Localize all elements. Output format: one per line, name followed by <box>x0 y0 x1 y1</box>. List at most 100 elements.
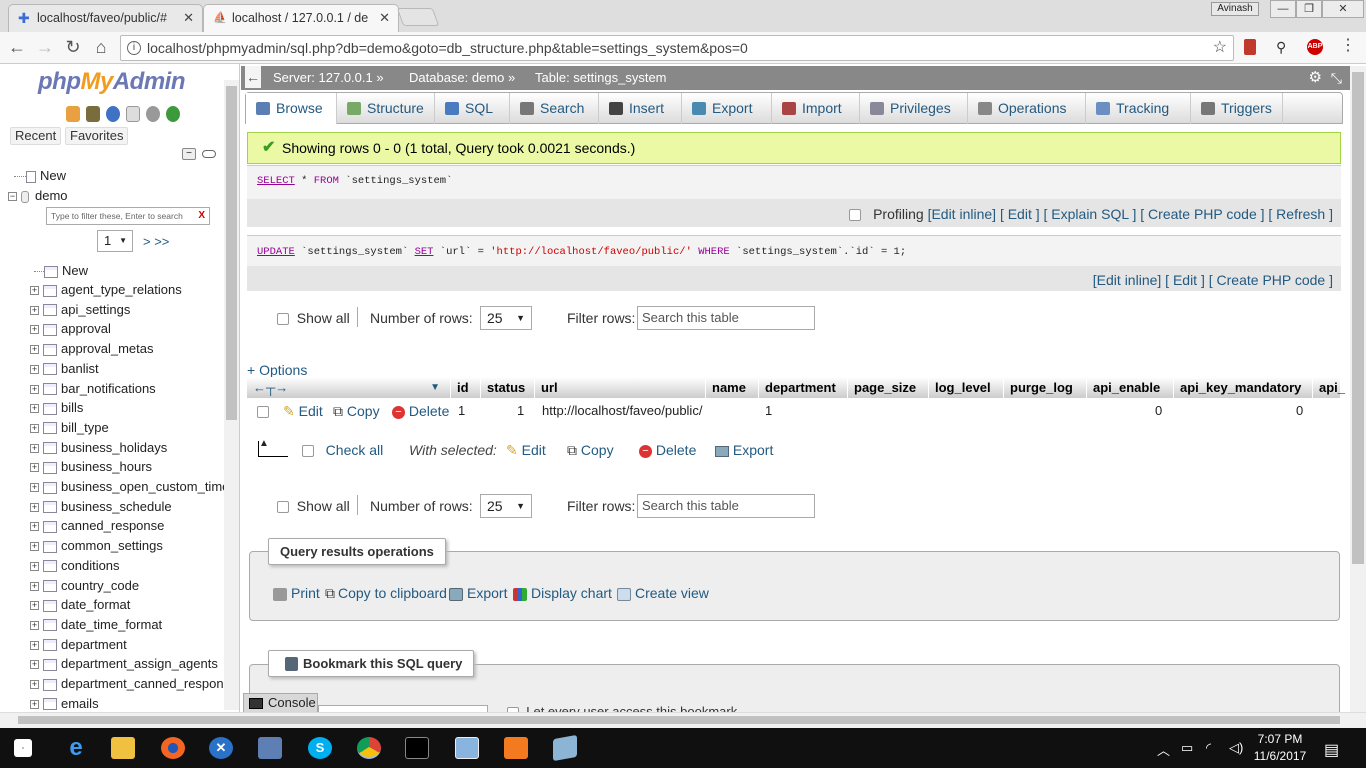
column-header-status[interactable]: status <box>481 377 535 398</box>
address-bar[interactable]: i localhost/phpmyadmin/sql.php?db=demo&g… <box>120 35 1234 61</box>
edit-inline-link[interactable]: [Edit inline] <box>1093 272 1161 288</box>
sidebar-table-item[interactable]: + business_open_custom_time <box>30 477 230 496</box>
phpmyadmin-logo[interactable]: phpMyAdmin <box>38 68 186 96</box>
sidebar-table-item[interactable]: + department_assign_agents <box>30 654 230 673</box>
profiling-checkbox[interactable] <box>849 209 862 222</box>
options-link[interactable]: + Options <box>247 362 307 378</box>
docs-icon[interactable] <box>126 106 140 122</box>
expand-icon[interactable]: + <box>30 542 39 552</box>
sidebar-table-item[interactable]: + banlist <box>30 359 230 378</box>
horizontal-scrollbar-thumb[interactable] <box>18 716 1340 724</box>
expand-icon[interactable]: + <box>30 423 39 433</box>
expand-icon[interactable]: + <box>30 620 39 630</box>
bookmark-share-option[interactable]: Let every user access this bookmark <box>507 704 737 712</box>
filter-rows-input[interactable]: Search this table <box>637 306 815 330</box>
filter-rows-input[interactable]: Search this table <box>637 494 815 518</box>
sidebar-table-item[interactable]: + date_time_format <box>30 615 230 634</box>
clear-filter-button[interactable]: X <box>198 208 205 224</box>
tab-search[interactable]: Search <box>510 93 599 124</box>
bulk-copy-button[interactable]: ⧉ Copy <box>567 437 614 463</box>
wifi-icon[interactable]: ◜ <box>1206 740 1211 756</box>
bookmark-extension-icon[interactable] <box>1244 39 1256 55</box>
column-header-api_enable[interactable]: api_enable <box>1087 377 1174 398</box>
expand-icon[interactable]: + <box>30 640 39 650</box>
sidebar-table-item[interactable]: + conditions <box>30 556 230 575</box>
reload-icon[interactable]: ↻ <box>62 37 84 57</box>
windows-start-icon[interactable] <box>14 739 32 757</box>
console-tab[interactable]: Console <box>243 693 318 712</box>
cell-api_key_mandatory[interactable]: 0 <box>1296 399 1303 423</box>
chrome-icon[interactable] <box>357 737 381 759</box>
column-header-department[interactable]: department <box>759 377 848 398</box>
help-icon[interactable] <box>106 106 120 122</box>
xampp-control-icon[interactable]: ✕ <box>209 737 233 759</box>
export-link[interactable]: Export <box>449 584 507 602</box>
forward-icon[interactable]: → <box>34 37 56 57</box>
settings-icon[interactable]: ⚙ <box>1309 66 1322 90</box>
expand-icon[interactable]: + <box>30 522 39 532</box>
expand-icon[interactable]: + <box>30 463 39 473</box>
adblock-icon[interactable]: ABP <box>1307 39 1323 55</box>
file-explorer-icon[interactable] <box>111 737 135 759</box>
cell-api_enable[interactable]: 0 <box>1155 399 1162 423</box>
sidebar-table-item[interactable]: + department_canned_response <box>30 674 230 693</box>
number-of-rows-select[interactable]: 25 ▼ <box>480 494 532 518</box>
page-scrollbar-thumb[interactable] <box>1352 72 1364 564</box>
image-viewer-icon[interactable] <box>455 737 479 759</box>
tab-privileges[interactable]: Privileges <box>860 93 968 124</box>
print-link[interactable]: Print <box>273 584 320 602</box>
sql-select-query[interactable]: SELECT * FROM `settings_system` <box>257 175 452 187</box>
edit-link[interactable]: [ Edit ] <box>1165 272 1205 288</box>
sidebar-table-item[interactable]: + bills <box>30 398 230 417</box>
battery-icon[interactable]: ▭ <box>1181 740 1193 756</box>
show-all-checkbox[interactable] <box>277 313 289 326</box>
cell-url[interactable]: http://localhost/faveo/public/ <box>542 399 702 423</box>
expand-icon[interactable]: + <box>30 345 39 355</box>
sidebar-table-item[interactable]: + api_settings <box>30 300 230 319</box>
minimize-button[interactable]: — <box>1270 0 1296 18</box>
copy-to-clipboard-link[interactable]: ⧉ Copy to clipboard <box>325 584 447 602</box>
terminal-icon[interactable] <box>405 737 429 759</box>
create-php-link[interactable]: [ Create PHP code ] <box>1209 272 1333 288</box>
sidebar-table-item[interactable]: + canned_response <box>30 516 230 535</box>
cell-department[interactable]: 1 <box>765 399 772 423</box>
expand-icon[interactable]: + <box>30 699 39 709</box>
sidebar-table-item[interactable]: + approval <box>30 319 230 338</box>
refresh-link[interactable]: [ Refresh ] <box>1268 206 1333 222</box>
bulk-export-button[interactable]: Export <box>715 437 773 463</box>
cell-id[interactable]: 1 <box>458 399 465 423</box>
tree-new-database[interactable]: New <box>14 166 214 185</box>
table-filter-input[interactable]: Type to filter these, Enter to search X <box>46 207 210 225</box>
recent-tab[interactable]: Recent <box>10 127 62 145</box>
sidebar-table-item[interactable]: + approval_metas <box>30 339 230 358</box>
column-header-api_key_mandatory[interactable]: api_key_mandatory <box>1174 377 1313 398</box>
tab-insert[interactable]: Insert <box>599 93 682 124</box>
network-app-icon[interactable] <box>258 737 282 759</box>
bookmark-label-input[interactable] <box>318 705 488 712</box>
profile-button[interactable]: Avinash <box>1211 2 1259 16</box>
tab-browse[interactable]: Browse <box>246 93 337 124</box>
column-header-page_size[interactable]: page_size <box>848 377 929 398</box>
expand-icon[interactable]: + <box>30 384 39 394</box>
expand-icon[interactable]: + <box>30 443 39 453</box>
back-icon[interactable]: ← <box>6 37 28 57</box>
expand-icon[interactable]: + <box>30 561 39 571</box>
satellite-extension-icon[interactable]: ⚲ <box>1276 39 1292 55</box>
table-crumb[interactable]: Table: settings_system <box>535 66 667 90</box>
column-header-log_level[interactable]: log_level <box>929 377 1004 398</box>
tab-triggers[interactable]: Triggers <box>1191 93 1283 124</box>
expand-icon[interactable]: + <box>30 660 39 670</box>
reload-navigation-icon[interactable] <box>166 106 180 122</box>
tree-database-demo[interactable]: − demo <box>8 186 208 205</box>
sidebar-table-item[interactable]: + business_hours <box>30 457 230 476</box>
bulk-delete-button[interactable]: − Delete <box>639 437 696 463</box>
sidebar-scrollbar-thumb[interactable] <box>226 86 237 420</box>
number-of-rows-select[interactable]: 25 ▼ <box>480 306 532 330</box>
expand-icon[interactable]: + <box>30 502 39 512</box>
sidebar-table-item[interactable]: + emails <box>30 694 230 712</box>
close-window-button[interactable]: ✕ <box>1322 0 1364 18</box>
close-icon[interactable]: ✕ <box>183 5 194 31</box>
sidebar-table-item[interactable]: + business_holidays <box>30 438 230 457</box>
database-crumb[interactable]: Database: demo » <box>409 66 515 90</box>
column-header-id[interactable]: id <box>451 377 481 398</box>
